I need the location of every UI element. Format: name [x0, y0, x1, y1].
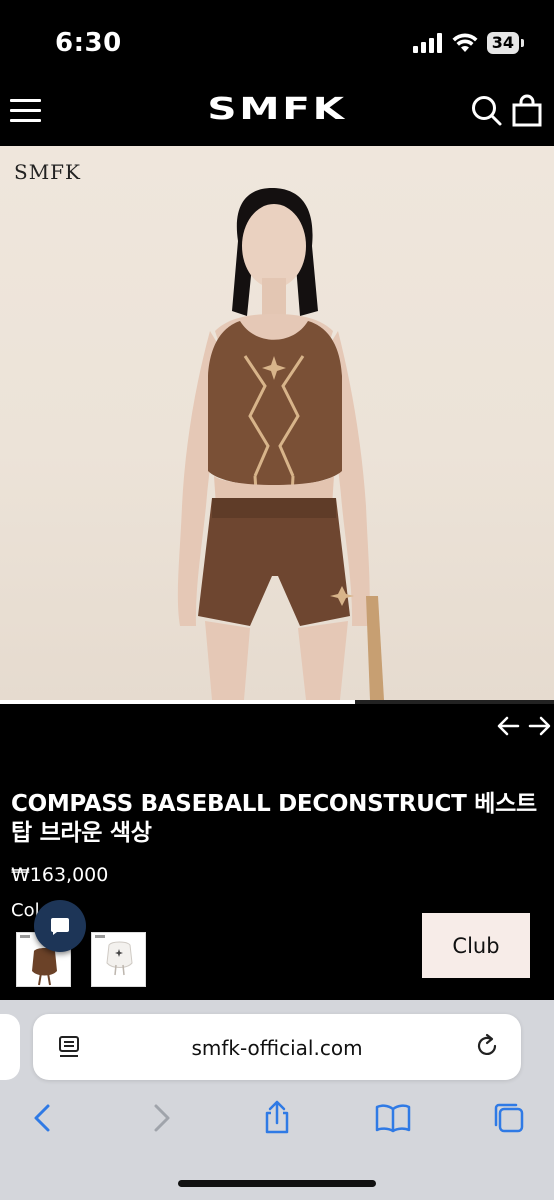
product-title: COMPASS BASEBALL DECONSTRUCT 베스트 탑 브라운 색… [11, 791, 537, 846]
status-time: 6:30 [55, 28, 122, 58]
gallery-progress-fill [0, 700, 355, 704]
home-indicator [178, 1180, 376, 1187]
shopping-bag-icon[interactable] [510, 94, 544, 128]
model-illustration [177, 188, 384, 700]
status-icons: 34 [412, 32, 524, 54]
forward-icon[interactable] [143, 1100, 179, 1136]
search-icon[interactable] [470, 94, 504, 128]
bookmarks-icon[interactable] [375, 1100, 411, 1136]
wifi-icon [452, 33, 478, 52]
chat-button[interactable] [34, 900, 86, 952]
swatch-white-thumbnail [95, 935, 133, 976]
site-header: SMFK [0, 80, 554, 146]
url-text: smfk-official.com [191, 1036, 363, 1060]
cellular-signal-icon [412, 33, 442, 53]
status-bar: 6:30 34 [0, 0, 554, 80]
color-swatch-white[interactable] [91, 932, 146, 987]
arrow-right-icon[interactable] [524, 712, 554, 740]
battery-indicator: 34 [486, 32, 519, 54]
chat-icon [51, 918, 69, 935]
tabs-icon[interactable] [491, 1100, 527, 1136]
product-image[interactable]: SMFK [0, 146, 554, 700]
browser-toolbar-area: smfk-official.com [0, 1000, 554, 1200]
product-price: ₩163,000 [11, 864, 109, 886]
arrow-left-icon[interactable] [494, 712, 524, 740]
battery-tip [521, 39, 524, 47]
reload-icon[interactable] [473, 1032, 501, 1060]
gallery-progress [0, 700, 554, 704]
previous-tab-peek[interactable] [0, 1014, 20, 1080]
share-icon[interactable] [259, 1100, 295, 1136]
address-bar[interactable]: smfk-official.com [33, 1014, 521, 1080]
club-button[interactable]: Club [422, 913, 530, 978]
back-icon[interactable] [25, 1100, 61, 1136]
